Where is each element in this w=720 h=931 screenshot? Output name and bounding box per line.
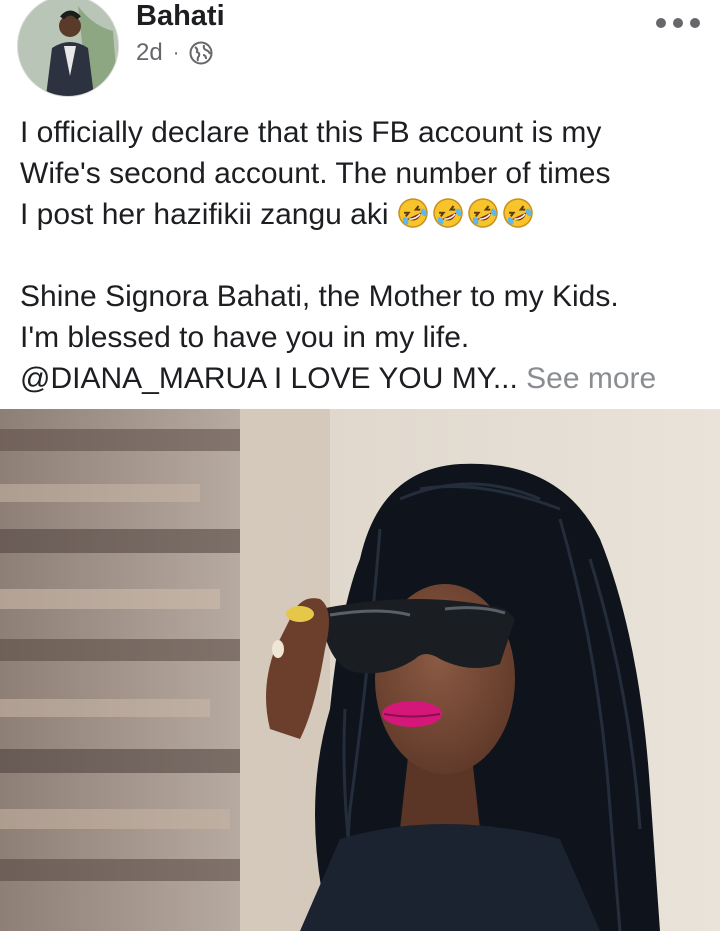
rolling-on-floor-laughing-icon: [503, 198, 533, 228]
facebook-post: Bahati 2d · I officially declare that th…: [0, 0, 720, 931]
rolling-on-floor-laughing-icon: [468, 198, 498, 228]
post-text-line: Wife's second account. The number of tim…: [20, 157, 611, 190]
rolling-on-floor-laughing-icon: [398, 198, 428, 228]
post-timestamp[interactable]: 2d: [136, 39, 163, 67]
post-text-line: I post her hazifikii zangu aki: [20, 194, 710, 235]
author-name[interactable]: Bahati: [136, 0, 225, 36]
post-text-line: @DIANA_MARUA I LOVE YOU MY... See more: [20, 362, 657, 395]
see-more-link[interactable]: See more: [526, 362, 656, 395]
more-options-icon[interactable]: [656, 10, 700, 36]
post-text-line: Shine Signora Bahati, the Mother to my K…: [20, 280, 619, 313]
meta-separator: ·: [172, 41, 180, 64]
post-text-line: I'm blessed to have you in my life.: [20, 321, 470, 354]
globe-icon: [189, 41, 213, 65]
emoji-row: [397, 198, 537, 231]
post-text-line: I officially declare that this FB accoun…: [20, 116, 602, 149]
post-meta: 2d ·: [136, 36, 213, 70]
post-photo[interactable]: [0, 409, 720, 931]
rolling-on-floor-laughing-icon: [433, 198, 463, 228]
author-avatar[interactable]: [18, 0, 118, 96]
post-text: I officially declare that this FB accoun…: [20, 112, 710, 399]
